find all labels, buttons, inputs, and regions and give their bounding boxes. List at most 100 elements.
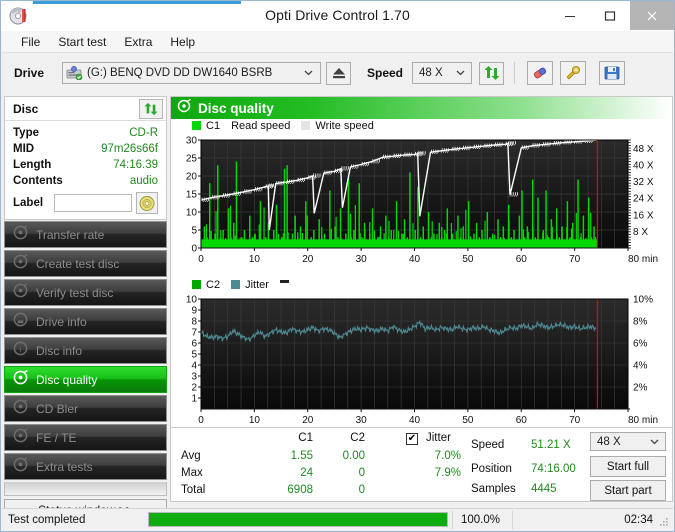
results-row-avg-label: Avg [181,450,201,462]
maximize-button[interactable] [590,1,630,30]
sidebar-item-label: FE / TE [36,430,77,445]
svg-text:10: 10 [186,208,198,219]
drive-select[interactable]: (G:) BENQ DVD DD DW1640 BSRB [62,62,321,84]
svg-text:15: 15 [186,190,198,201]
jitter-max-value: 7.9% [434,467,461,479]
test-speed-select[interactable]: 48 X [590,432,666,451]
disc-info-panel: Disc Type CD-R MID 97m26s66f Length 74:1… [4,96,167,220]
disc-row-length: Length 74:16.39 [13,157,158,173]
sidebar: Disc Type CD-R MID 97m26s66f Length 74:1… [4,96,167,521]
toolbar-separator [514,62,516,84]
svg-text:3: 3 [191,372,197,383]
start-part-button[interactable]: Start part [590,480,666,501]
chart-c2-svg: 123456789102%4%6%8%10%0 10 20 30 40 50 60 70 80 … [186,295,658,427]
sidebar-item-transfer-rate[interactable]: Transfer rate [4,221,167,248]
svg-text:30: 30 [356,254,368,265]
menu-item-file[interactable]: File [12,33,49,51]
sidebar-item-disc-quality[interactable]: Disc quality [4,366,167,393]
svg-text:10: 10 [249,415,261,426]
menu-item-extra[interactable]: Extra [115,33,161,51]
results-header-c2: C2 [350,432,365,444]
disc-test-icon [13,398,28,419]
menu-item-help[interactable]: Help [161,33,204,51]
minimize-button[interactable] [550,1,590,30]
svg-text:50: 50 [462,415,474,426]
close-button[interactable] [630,1,674,30]
progress-percent: 100.0% [452,510,512,529]
speed-result-label: Speed [471,439,505,451]
results-row-max-label: Max [181,467,203,479]
chevron-down-icon [649,436,660,450]
svg-text:40: 40 [409,254,421,265]
disc-refresh-button[interactable] [139,98,163,119]
section-title: Disc quality [198,100,274,116]
jitter-avg-value: 7.0% [434,450,461,462]
svg-text:60: 60 [516,254,528,265]
speed-select[interactable]: 48 X [412,62,473,84]
menu-item-start-test[interactable]: Start test [49,33,115,51]
sidebar-item-cd-bler[interactable]: CD Bler [4,395,167,422]
svg-text:24 X: 24 X [633,194,654,205]
sidebar-item-label: Drive info [36,314,87,329]
disc-properties: Type CD-R MID 97m26s66f Length 74:16.39 … [5,121,166,219]
svg-text:0: 0 [198,415,204,426]
eject-button[interactable] [326,61,351,85]
svg-text:16 X: 16 X [633,210,654,221]
sidebar-item-extra-tests[interactable]: Extra tests [4,453,167,480]
svg-text:60: 60 [516,415,528,426]
svg-text:32 X: 32 X [633,177,654,188]
disc-panel-title: Disc [13,101,39,116]
legend-marker-dash [279,280,289,283]
sidebar-item-drive-info[interactable]: Drive info [4,308,167,335]
legend-label-read-speed: Read speed [231,119,291,132]
legend-label-jitter: Jitter [245,278,269,291]
sidebar-item-verify-test-disc[interactable]: Verify test disc [4,279,167,306]
sidebar-item-create-test-disc[interactable]: Create test disc [4,250,167,277]
svg-text:2%: 2% [633,383,648,394]
erase-button[interactable] [527,61,554,85]
disc-label-input[interactable] [53,194,132,212]
svg-text:80 min: 80 min [628,415,658,426]
disc-info-icon [13,312,28,332]
results-c2-max: 0 [358,467,365,479]
sidebar-item-disc-info[interactable]: i Disc info [4,337,167,364]
svg-text:30: 30 [356,415,368,426]
save-button[interactable] [599,61,626,85]
disc-mid-value: 97m26s66f [101,143,158,155]
svg-text:6%: 6% [633,339,648,350]
svg-text:7: 7 [191,328,197,339]
disc-row-mid: MID 97m26s66f [13,141,158,157]
svg-text:20: 20 [302,415,314,426]
sidebar-item-fe-te[interactable]: FE / TE [4,424,167,451]
sidebar-item-label: Transfer rate [36,227,105,242]
test-speed-value: 48 X [597,435,621,448]
disc-contents-label: Contents [13,175,63,187]
results-header-c1: C1 [298,432,313,444]
chart-c2-legend: C2 Jitter [171,278,672,291]
svg-text:20: 20 [302,254,314,265]
svg-text:2: 2 [191,383,197,394]
svg-text:70: 70 [569,254,581,265]
disc-label-read-button[interactable] [135,192,158,214]
svg-text:0: 0 [198,254,204,265]
position-result-label: Position [471,463,512,475]
sidebar-item-label: Verify test disc [36,285,114,300]
svg-text:0: 0 [191,244,197,255]
resize-grip[interactable] [659,517,669,527]
jitter-checkbox-box: ✔ [406,433,418,445]
svg-text:70: 70 [569,415,581,426]
jitter-checkbox[interactable]: ✔ [406,433,418,445]
disc-label-row: Label [13,192,158,214]
legend-swatch-c2 [192,280,201,289]
disc-test-icon [13,282,28,303]
svg-text:25: 25 [186,154,198,165]
disc-contents-value: audio [129,175,158,187]
title-bar: Opti Drive Control 1.70 [1,1,674,31]
position-result-value: 74:16.00 [531,463,576,475]
legend-label-c1: C1 [206,119,221,132]
start-full-button[interactable]: Start full [590,456,666,477]
svg-text:5: 5 [191,350,197,361]
settings-tools-button[interactable] [560,61,587,85]
results-c1-avg: 1.55 [290,450,313,462]
refresh-button[interactable] [479,61,505,85]
